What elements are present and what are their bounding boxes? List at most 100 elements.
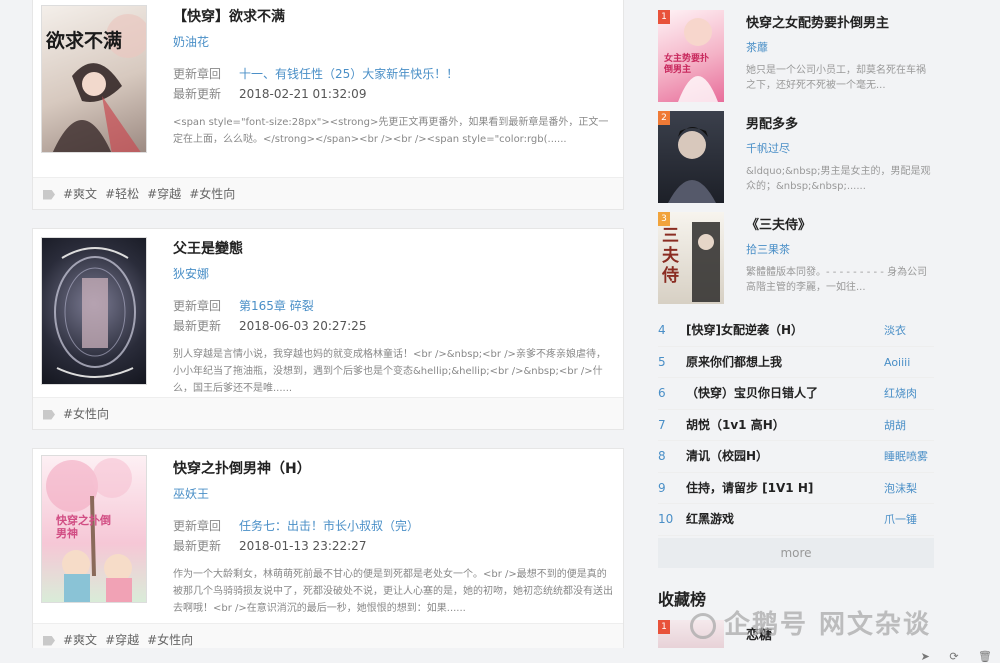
rank-badge: 1 xyxy=(658,10,670,24)
penguin-logo-icon xyxy=(690,612,716,639)
rank-title[interactable]: （快穿）宝贝你日错人了 xyxy=(686,378,818,410)
rank-title[interactable]: 红黑游戏 xyxy=(686,504,734,536)
tag-icon xyxy=(43,189,55,200)
tag-bar: #女性向 xyxy=(33,397,623,429)
rank-title[interactable]: 胡悦（1v1 高H） xyxy=(686,410,785,442)
rank-badge: 2 xyxy=(658,111,670,125)
book-title[interactable]: 快穿之扑倒男神（H） xyxy=(173,459,613,479)
cover-title: 欲求不满 xyxy=(46,30,123,52)
rank-number: 6 xyxy=(658,386,666,400)
rank-author[interactable]: 泡沫梨 xyxy=(884,473,917,505)
refresh-icon[interactable]: ⟳ xyxy=(949,650,958,663)
book-description: 别人穿越是言情小说，我穿越也妈的就变成格林童话！<br />&nbsp;<br … xyxy=(173,349,606,394)
top-rank-desc: &ldquo;&nbsp;男主是女主的，男配是观众的；&nbsp;&nbsp;.… xyxy=(746,166,931,192)
tag[interactable]: #女性向 xyxy=(63,407,109,421)
rank-title[interactable]: 原来你们都想上我 xyxy=(686,347,782,379)
tag-icon xyxy=(43,635,55,646)
top-rank-desc: 她只是一个公司小员工，却莫名死在车祸之下，还好死不死被一个毫无... xyxy=(746,65,926,91)
rank-list: 4 [快穿]女配逆袭（H） 淡衣 5 原来你们都想上我 Aoiiii 6 （快穿）宝贝你日… xyxy=(658,315,934,536)
tag[interactable]: #穿越 xyxy=(105,633,139,647)
cover-art xyxy=(54,247,136,378)
list-item[interactable]: 6 （快穿）宝贝你日错人了 红烧肉 xyxy=(658,378,934,410)
top-rank-title[interactable]: 快穿之女配势要扑倒男主 xyxy=(746,12,934,31)
rank-title[interactable]: [快穿]女配逆袭（H） xyxy=(686,315,803,347)
top-rank-author[interactable]: 茶蘼 xyxy=(746,39,934,55)
list-item[interactable]: 4 [快穿]女配逆袭（H） 淡衣 xyxy=(658,315,934,347)
ranking-sidebar: 女主势要扑倒男主 1 快穿之女配势要扑倒男主 茶蘼 她只是一个公司小员工，却莫名… xyxy=(658,0,934,663)
more-button[interactable]: more xyxy=(658,537,934,568)
book-description: <span style="font-size:28px"><strong>先更正… xyxy=(173,117,609,145)
top-rank-cover[interactable]: 女主势要扑倒男主 1 xyxy=(658,10,724,102)
top-rank-desc: 繁體體版本同發。- - - - - - - - - 身為公司高階主管的李麗，一如… xyxy=(746,267,928,293)
top-rank-item[interactable]: 女主势要扑倒男主 1 快穿之女配势要扑倒男主 茶蘼 她只是一个公司小员工，却莫名… xyxy=(658,0,934,102)
cover-title: 快穿之扑倒男神 xyxy=(56,514,111,540)
tag-bar: #爽文 #轻松 #穿越 #女性向 xyxy=(33,177,623,209)
book-cover[interactable]: 欲求不满 xyxy=(41,5,147,153)
rank-number: 8 xyxy=(658,449,666,463)
tag[interactable]: #爽文 xyxy=(63,633,97,647)
rank-number: 10 xyxy=(658,512,674,526)
top-rank-author[interactable]: 千帆过尽 xyxy=(746,140,934,156)
top-rank-title[interactable]: 《三夫侍》 xyxy=(746,214,934,233)
watermark-text: 企鹅号 网文杂谈 xyxy=(724,610,932,640)
top-rank-cover[interactable]: 三夫侍 3 xyxy=(658,212,724,304)
update-date: 2018-06-03 20:27:25 xyxy=(239,319,367,333)
list-item[interactable]: 9 住持，请留步 [1V1 H] 泡沫梨 xyxy=(658,473,934,505)
book-author[interactable]: 巫妖王 xyxy=(173,485,613,502)
rank-author[interactable]: 爪一锤 xyxy=(884,504,917,536)
top-rank-item[interactable]: 2 男配多多 千帆过尽 &ldquo;&nbsp;男主是女主的，男配是观众的；&… xyxy=(658,101,934,203)
list-item[interactable]: 10 红黑游戏 爪一锤 xyxy=(658,504,934,536)
rank-badge: 3 xyxy=(658,212,670,226)
rank-title[interactable]: 住持，请留步 [1V1 H] xyxy=(686,473,813,505)
list-item[interactable]: 7 胡悦（1v1 高H） 胡胡 xyxy=(658,410,934,442)
tag[interactable]: #女性向 xyxy=(189,187,235,201)
book-title[interactable]: 【快穿】欲求不满 xyxy=(173,7,613,27)
book-card: 父王是變態 狄安娜 更新章回 第165章 碎裂 最新更新 2018-06-03 20… xyxy=(32,228,624,430)
rank-number: 5 xyxy=(658,354,666,369)
trash-icon[interactable]: 🗑 xyxy=(978,650,992,663)
update-chapter-link[interactable]: 第165章 碎裂 xyxy=(239,299,314,313)
top-rank-author[interactable]: 拾三果茶 xyxy=(746,241,934,257)
book-cover[interactable]: 快穿之扑倒男神 xyxy=(41,455,147,603)
tag[interactable]: #轻松 xyxy=(105,187,139,201)
update-chapter-link[interactable]: 十一、有钱任性（25）大家新年快乐！！ xyxy=(239,67,458,81)
tag[interactable]: #爽文 xyxy=(63,187,97,201)
rank-number: 4 xyxy=(658,323,666,337)
cover-title: 女主势要扑倒男主 xyxy=(664,54,710,75)
update-date: 2018-01-13 23:22:27 xyxy=(239,539,367,553)
share-icon[interactable]: ➤ xyxy=(921,650,930,663)
update-chapter-link[interactable]: 任务七：出击！市长小叔叔（完） xyxy=(239,519,419,533)
rank-author[interactable]: 红烧肉 xyxy=(884,378,917,410)
update-label: 更新章回 xyxy=(173,299,222,313)
book-card: 快穿之扑倒男神 快穿之扑倒男神（H） 巫妖王 更新章回 任务七：出击！市长小叔叔（… xyxy=(32,448,624,656)
list-item[interactable]: 8 清讥（校园H） 睡眠喷雾 xyxy=(658,441,934,473)
rank-title[interactable]: 清讥（校园H） xyxy=(686,441,768,473)
rank-author[interactable]: Aoiiii xyxy=(884,347,910,379)
date-label: 最新更新 xyxy=(173,539,222,553)
book-author[interactable]: 狄安娜 xyxy=(173,265,613,282)
rank-author[interactable]: 睡眠喷雾 xyxy=(884,441,928,473)
book-card: 欲求不满 【快穿】欲求不满 奶油花 更新章回 十一、有钱任性（25）大家新年快乐！… xyxy=(32,0,624,210)
date-label: 最新更新 xyxy=(173,319,222,333)
update-label: 更新章回 xyxy=(173,519,222,533)
update-date: 2018-02-21 01:32:09 xyxy=(239,87,367,101)
rank-badge: 1 xyxy=(658,619,670,634)
book-cover[interactable] xyxy=(41,237,147,385)
rank-author[interactable]: 淡衣 xyxy=(884,315,906,347)
book-list: 欲求不满 【快穿】欲求不满 奶油花 更新章回 十一、有钱任性（25）大家新年快乐！… xyxy=(32,0,624,663)
bottom-toolbar xyxy=(0,648,1000,663)
rank-author[interactable]: 胡胡 xyxy=(884,410,906,442)
top-rank-title[interactable]: 男配多多 xyxy=(746,113,934,132)
rank-number: 9 xyxy=(658,480,666,495)
list-item[interactable]: 5 原来你们都想上我 Aoiiii xyxy=(658,347,934,379)
tag[interactable]: #女性向 xyxy=(147,633,193,647)
book-author[interactable]: 奶油花 xyxy=(173,33,613,50)
tag[interactable]: #穿越 xyxy=(147,187,181,201)
page: 欲求不满 【快穿】欲求不满 奶油花 更新章回 十一、有钱任性（25）大家新年快乐！… xyxy=(0,0,1000,663)
book-description: 作为一个大龄剩女，林萌萌死前最不甘心的便是到死都是老处女一个。<br />最想不… xyxy=(173,569,613,614)
book-title[interactable]: 父王是變態 xyxy=(173,239,613,259)
top-rank-item[interactable]: 三夫侍 3 《三夫侍》 拾三果茶 繁體體版本同發。- - - - - - - -… xyxy=(658,202,934,304)
top-rank-cover[interactable]: 2 xyxy=(658,111,724,203)
rank-number: 7 xyxy=(658,417,666,432)
cover-title: 三夫侍 xyxy=(662,226,679,286)
